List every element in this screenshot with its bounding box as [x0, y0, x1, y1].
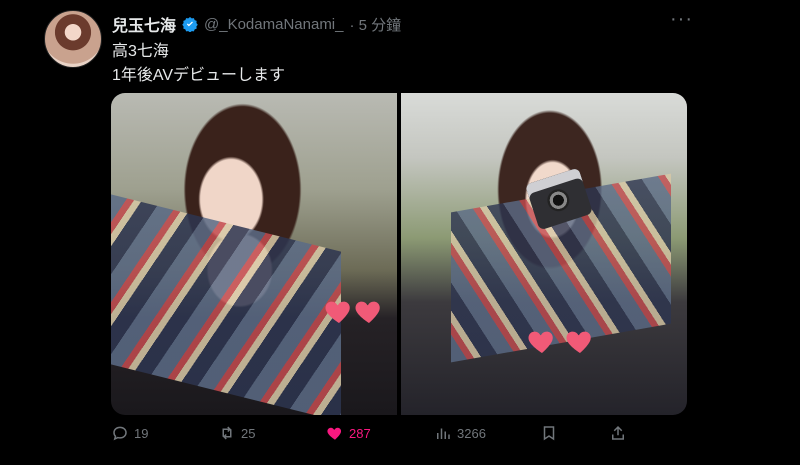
retweet-button[interactable]: 25 [218, 424, 255, 442]
heart-sticker-icon [528, 331, 553, 353]
heart-icon [327, 427, 342, 440]
verified-badge-icon [182, 16, 198, 33]
tweet-actions: 19 25 287 3266 [0, 424, 800, 450]
like-button[interactable]: 287 [326, 424, 371, 442]
views-count: 3266 [457, 425, 486, 441]
tweet-photo-2[interactable] [401, 93, 687, 415]
tweet-text-line1: 高3七海 [112, 43, 169, 60]
more-icon[interactable]: ··· [670, 8, 693, 31]
views-button[interactable]: 3266 [434, 424, 486, 442]
heart-sticker-icon [325, 301, 350, 323]
views-icon [437, 428, 450, 439]
display-name[interactable]: 兒玉七海 [112, 12, 176, 36]
avatar[interactable] [44, 10, 102, 68]
share-icon [612, 425, 624, 440]
scarf-pattern [111, 194, 341, 415]
like-count: 287 [349, 425, 371, 441]
share-button[interactable] [609, 424, 627, 442]
tweet-text-line2: 1年後AVデビューします [112, 67, 286, 84]
retweet-icon [222, 426, 232, 440]
handle[interactable]: @_KodamaNanami_ [204, 16, 343, 33]
reply-button[interactable]: 19 [111, 424, 148, 442]
retweet-count: 25 [241, 425, 256, 441]
heart-sticker-icon [355, 301, 380, 323]
heart-sticker-icon [566, 331, 591, 353]
bookmark-icon [543, 426, 555, 441]
reply-count: 19 [134, 425, 149, 441]
timestamp[interactable]: · 5 分鐘 [349, 14, 401, 35]
reply-icon [113, 426, 127, 441]
tweet-photo-1[interactable] [111, 93, 397, 415]
tweet-header: 兒玉七海 @_KodamaNanami_ · 5 分鐘 [112, 12, 401, 36]
bookmark-button[interactable] [540, 424, 558, 442]
